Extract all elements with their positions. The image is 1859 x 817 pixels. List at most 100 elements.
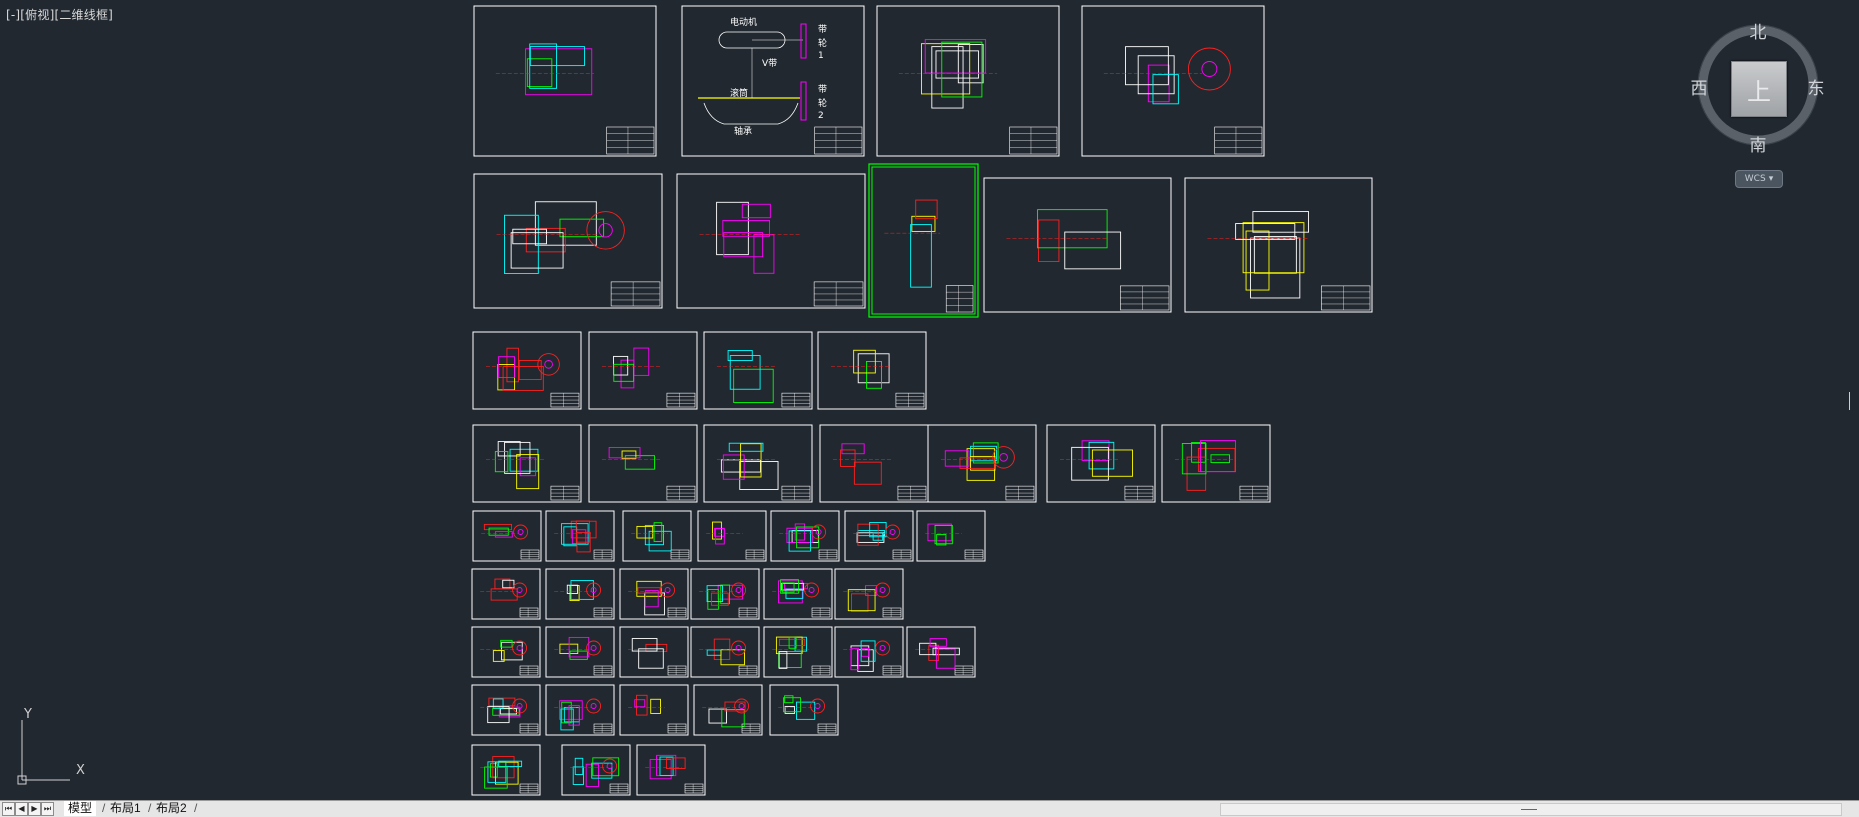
sheet-base-plate[interactable] bbox=[876, 5, 1060, 157]
ucs-y-label: Y bbox=[24, 707, 32, 722]
title-block bbox=[945, 285, 974, 313]
sheet-part-e3[interactable] bbox=[619, 626, 689, 678]
scroll-thumb[interactable] bbox=[1521, 809, 1537, 810]
sheet-part-f5[interactable] bbox=[769, 684, 839, 736]
title-block bbox=[667, 665, 687, 676]
sheet-part-c4[interactable] bbox=[697, 510, 767, 562]
sheet-part-d4[interactable] bbox=[690, 568, 760, 620]
sheet-part-a4[interactable] bbox=[817, 331, 927, 410]
sheet-part-f4[interactable] bbox=[693, 684, 763, 736]
sheet-part-d1[interactable] bbox=[471, 568, 541, 620]
sheet-part-e6[interactable] bbox=[834, 626, 904, 678]
title-block bbox=[550, 392, 580, 408]
title-block bbox=[1124, 485, 1154, 501]
title-block bbox=[745, 549, 765, 560]
belt-pulley-2-label: 2 bbox=[818, 111, 824, 121]
belt-pulley-1-label: 带 bbox=[818, 24, 827, 35]
sheet-part-b7[interactable] bbox=[1161, 424, 1271, 503]
sheet-part-f1[interactable] bbox=[471, 684, 541, 736]
sheet-part-e1[interactable] bbox=[471, 626, 541, 678]
belt-diagram bbox=[698, 23, 807, 125]
title-block bbox=[593, 549, 613, 560]
sheet-part-b5[interactable] bbox=[927, 424, 1037, 503]
part-geometry bbox=[485, 347, 560, 391]
v-belt-label: V带 bbox=[762, 58, 777, 69]
horizontal-scrollbar[interactable] bbox=[1220, 803, 1842, 816]
sheet-part-d5[interactable] bbox=[763, 568, 833, 620]
sheet-part-b3[interactable] bbox=[703, 424, 813, 503]
part-geometry bbox=[480, 578, 528, 601]
sheet-part-f2[interactable] bbox=[545, 684, 615, 736]
title-block bbox=[667, 607, 687, 618]
sheet-part-a2[interactable] bbox=[588, 331, 698, 410]
sheet-part-b4[interactable] bbox=[819, 424, 929, 503]
sheet-highlighted-assembly[interactable] bbox=[868, 163, 979, 318]
sheet-part-e4[interactable] bbox=[690, 626, 760, 678]
sheet-part-b6[interactable] bbox=[1046, 424, 1156, 503]
sheet-part-c3[interactable] bbox=[622, 510, 692, 562]
title-block bbox=[1009, 126, 1058, 155]
viewcube-north-label[interactable]: 北 bbox=[1746, 18, 1770, 43]
sheet-housing[interactable] bbox=[1184, 177, 1373, 313]
viewcube[interactable]: 北 南 西 东 上 WCS ▾ bbox=[1685, 15, 1828, 188]
sheet-part-f3[interactable] bbox=[619, 684, 689, 736]
sheet-part-g1[interactable] bbox=[471, 744, 541, 796]
vertical-scroll-marker[interactable] bbox=[1849, 392, 1850, 410]
sheet-part-e5[interactable] bbox=[763, 626, 833, 678]
tab-layout2[interactable]: 布局2 bbox=[152, 801, 191, 816]
sheet-part-c1[interactable] bbox=[472, 510, 542, 562]
drawing-viewport[interactable]: 电动机带轮 1 V带 滚筒带轮 2 轴承 [-][俯视][二维线框] 北 南 西 东 上 … bbox=[0, 0, 1859, 816]
title-block bbox=[1239, 485, 1269, 501]
title-block bbox=[897, 485, 927, 501]
motor-label: 电动机 bbox=[730, 16, 757, 28]
prev-tab-button[interactable]: ◀ bbox=[15, 802, 28, 816]
title-block bbox=[813, 281, 864, 307]
view-control[interactable]: [俯视] bbox=[20, 8, 54, 22]
visual-style-control[interactable]: [二维线框] bbox=[54, 8, 113, 22]
part-geometry bbox=[554, 520, 597, 553]
sheet-part-b1[interactable] bbox=[472, 424, 582, 503]
sheet-part-d3[interactable] bbox=[619, 568, 689, 620]
sheet-assembly-front[interactable] bbox=[473, 5, 657, 157]
sheet-part-c6[interactable] bbox=[844, 510, 914, 562]
viewport-menu-control[interactable]: [-] bbox=[6, 8, 20, 22]
part-geometry bbox=[601, 347, 661, 389]
sheet-part-b2[interactable] bbox=[588, 424, 698, 503]
sheet-frame-assembly[interactable] bbox=[473, 173, 663, 309]
wcs-menu-button[interactable]: WCS ▾ bbox=[1735, 170, 1783, 188]
viewcube-top-face[interactable]: 上 bbox=[1731, 61, 1787, 117]
ucs-x-label: X bbox=[76, 763, 85, 778]
viewcube-west-label[interactable]: 西 bbox=[1687, 74, 1711, 99]
title-block bbox=[818, 549, 838, 560]
last-tab-button[interactable]: ⏭ bbox=[41, 802, 54, 816]
title-block bbox=[1321, 285, 1371, 311]
part-geometry bbox=[779, 523, 827, 552]
sheet-part-a1[interactable] bbox=[472, 331, 582, 410]
sheet-stand-elevation[interactable] bbox=[983, 177, 1172, 313]
next-tab-button[interactable]: ▶ bbox=[28, 802, 41, 816]
part-geometry bbox=[699, 638, 747, 666]
viewport-controls-label[interactable]: [-][俯视][二维线框] bbox=[6, 6, 113, 23]
tab-layout1[interactable]: 布局1 bbox=[106, 801, 145, 816]
sheet-part-e2[interactable] bbox=[545, 626, 615, 678]
sheet-part-a3[interactable] bbox=[703, 331, 813, 410]
sheet-part-c2[interactable] bbox=[545, 510, 615, 562]
sheet-column[interactable] bbox=[676, 173, 866, 309]
sheet-part-d2[interactable] bbox=[545, 568, 615, 620]
sheet-part-c7[interactable] bbox=[916, 510, 986, 562]
title-block bbox=[550, 485, 580, 501]
sheet-part-e7[interactable] bbox=[906, 626, 976, 678]
part-geometry bbox=[1059, 440, 1133, 481]
sheet-part-d6[interactable] bbox=[834, 568, 904, 620]
sheet-part-g2[interactable] bbox=[561, 744, 631, 796]
model-space-canvas[interactable]: 电动机带轮1V带滚筒 带轮2轴承 bbox=[0, 0, 1859, 800]
sheet-part-c5[interactable] bbox=[770, 510, 840, 562]
tab-model[interactable]: 模型 bbox=[64, 801, 97, 816]
sheet-part-g3[interactable] bbox=[636, 744, 706, 796]
part-geometry bbox=[699, 582, 747, 610]
sheet-belt-transmission[interactable]: 电动机带轮1V带滚筒 带轮2轴承 bbox=[681, 5, 865, 157]
first-tab-button[interactable]: ⏮ bbox=[2, 802, 15, 816]
viewcube-south-label[interactable]: 南 bbox=[1746, 131, 1770, 156]
viewcube-east-label[interactable]: 东 bbox=[1804, 74, 1828, 99]
sheet-motor-plan[interactable] bbox=[1081, 5, 1265, 157]
